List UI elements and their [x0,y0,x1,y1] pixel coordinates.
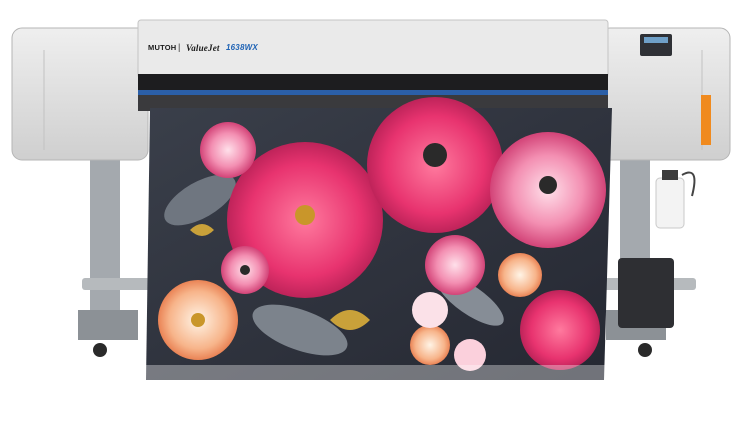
model-name-text: ValueJet [186,43,220,53]
take-up-unit [618,258,674,328]
brand-logo-text: MUTOH [148,43,177,52]
printer-photo [11,19,731,385]
printed-fabric [146,97,612,380]
model-code-text: 1638WX [226,43,258,52]
brand-separator: | [178,42,181,52]
caster-wheel-icon [93,343,107,357]
caster-wheel-icon [638,343,652,357]
carriage-rail [138,90,608,95]
ink-bottle-icon [655,170,696,229]
left-stand [78,158,154,357]
